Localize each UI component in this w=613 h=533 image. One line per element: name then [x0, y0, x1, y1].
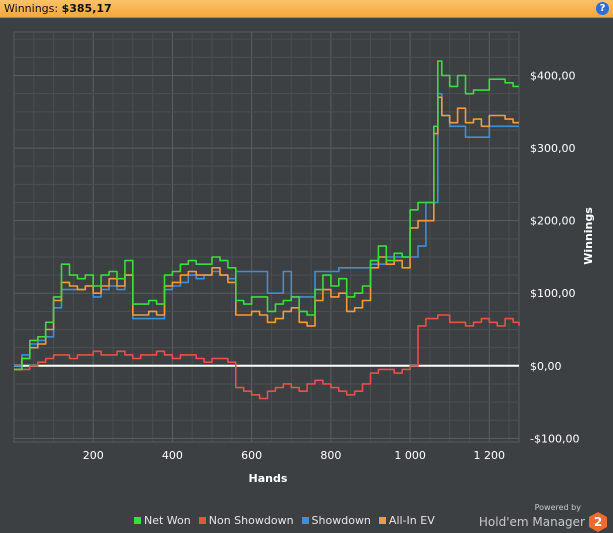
- series-line-all-in-ev: [14, 96, 519, 371]
- series-line-net-won: [14, 60, 519, 371]
- series-line-non-showdown: [14, 314, 520, 400]
- legend-label: Non Showdown: [208, 514, 294, 527]
- y-axis-label: Winnings: [582, 207, 595, 265]
- x-tick-label: 600: [241, 449, 262, 462]
- branding: Powered by Hold'em Manager 2: [479, 503, 607, 532]
- legend-item-non-showdown[interactable]: Non Showdown: [198, 514, 294, 527]
- legend-item-showdown[interactable]: Showdown: [301, 514, 371, 527]
- x-tick-label: 200: [83, 449, 104, 462]
- winnings-chart: 200 400 600 800 1 000 1 200 -$100,00 $0,00 $100…: [13, 31, 595, 485]
- x-tick-label: 1 000: [394, 449, 426, 462]
- legend-swatch: [134, 517, 141, 524]
- series-line-showdown: [14, 92, 519, 367]
- y-axis-ticks: -$100,00 $0,00 $100,00 $200,00 $300,00 $400,0…: [530, 70, 579, 446]
- winnings-value: $385,17: [61, 2, 112, 15]
- legend-item-all-in-ev[interactable]: All-In EV: [378, 514, 435, 527]
- winnings-summary: Winnings: $385,17: [4, 2, 112, 15]
- y-tick-label: $300,00: [530, 142, 576, 155]
- legend-label: Net Won: [144, 514, 191, 527]
- legend-swatch: [301, 517, 309, 524]
- powered-by-text: Powered by: [534, 503, 581, 512]
- product-name-row: Hold'em Manager 2: [479, 512, 607, 532]
- y-tick-label: -$100,00: [530, 432, 579, 445]
- y-tick-label: $200,00: [530, 215, 576, 228]
- y-tick-label: $100,00: [530, 287, 576, 300]
- y-tick-label: $0,00: [530, 360, 562, 373]
- legend-label: Showdown: [311, 514, 371, 527]
- legend-label: All-In EV: [388, 514, 435, 527]
- chart-legend: Net Won Non Showdown Showdown All-In EV: [134, 514, 435, 527]
- x-tick-label: 1 200: [474, 449, 506, 462]
- help-icon[interactable]: ?: [596, 2, 609, 15]
- legend-swatch: [198, 517, 206, 524]
- x-axis-label: Hands: [249, 472, 288, 485]
- legend-swatch: [378, 517, 386, 524]
- chart-grid: [13, 31, 520, 443]
- title-bar: Winnings: $385,17 ?: [0, 0, 613, 18]
- x-tick-label: 400: [162, 449, 183, 462]
- y-tick-label: $400,00: [530, 70, 576, 83]
- product-name: Hold'em Manager: [478, 515, 585, 529]
- x-axis-ticks: 200 400 600 800 1 000 1 200: [83, 449, 505, 462]
- winnings-label: Winnings:: [4, 2, 59, 15]
- hm2-logo-icon: 2: [589, 512, 607, 532]
- legend-item-net-won[interactable]: Net Won: [134, 514, 191, 527]
- x-tick-label: 800: [320, 449, 341, 462]
